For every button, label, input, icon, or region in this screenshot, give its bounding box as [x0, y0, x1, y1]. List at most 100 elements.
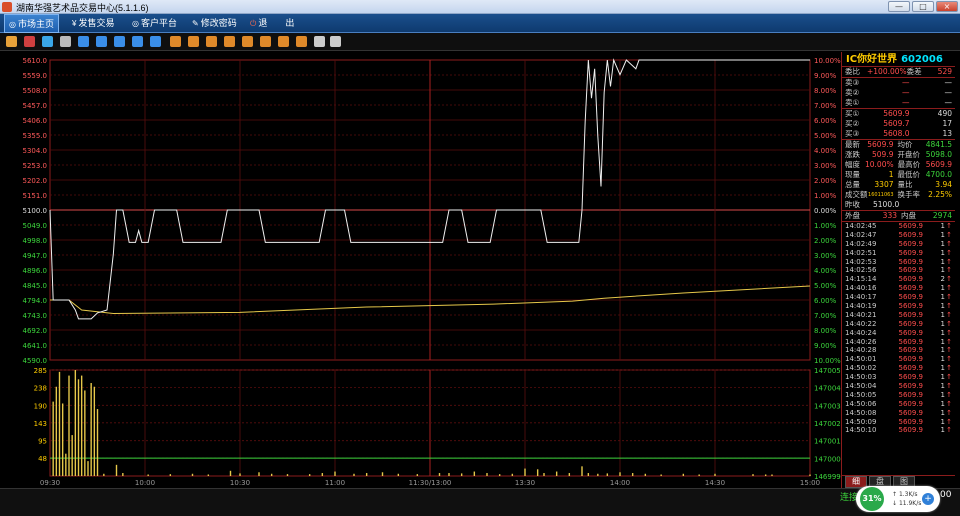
stat-label: 幅度: [845, 160, 860, 169]
tick-time: 14:02:47: [845, 230, 877, 239]
time-tick-label: 13:30: [515, 479, 535, 487]
stat-row: 现量 1 最低价 4700.0: [842, 170, 955, 180]
f4-icon[interactable]: [132, 36, 143, 47]
menu-item-label: 修改密码: [200, 18, 237, 28]
price-tick-label: 4590.0: [23, 357, 48, 365]
level-price: —: [902, 88, 910, 97]
tick-row: 14:02:56 5609.9 1 ↑: [842, 266, 955, 275]
time-tick-label: 10:30: [230, 479, 250, 487]
f2-icon[interactable]: [96, 36, 107, 47]
a5-icon[interactable]: [242, 36, 253, 47]
a3-icon[interactable]: [206, 36, 217, 47]
pct-tick-label: 2.00%: [814, 177, 837, 185]
up-arrow-icon: ↑: [946, 390, 952, 399]
window-icon[interactable]: [60, 36, 71, 47]
stat-row: 幅度 10.00% 最高价 5609.9: [842, 160, 955, 170]
pct-tick-label: 8.00%: [814, 87, 837, 95]
network-monitor[interactable]: 31% ↑ 1.3K/s ↓ 11.9K/s +: [856, 486, 940, 512]
tick-price: 5609.9: [898, 284, 924, 293]
level-label: 卖③: [845, 78, 860, 87]
pct-tick-label: 1.00%: [814, 192, 837, 200]
level-qty: —: [944, 98, 953, 107]
tick-qty: 1: [940, 284, 945, 293]
menu-item-market-home[interactable]: ◎ 市场主页: [4, 14, 59, 33]
up-arrow-icon: ↑: [946, 382, 952, 391]
tick-row: 14:50:01 5609.9 1 ↑: [842, 355, 955, 364]
download-value: 11.9K/s: [898, 500, 922, 507]
sell-level: 卖① — —: [842, 98, 955, 108]
tick-qty: 1: [940, 248, 945, 257]
pen-icon[interactable]: [314, 36, 325, 47]
tick-time: 14:02:56: [845, 266, 877, 275]
tick-row: 14:50:02 5609.9 1 ↑: [842, 364, 955, 373]
volume-right-tick-label: 147000: [814, 455, 841, 463]
time-tick-label: 14:30: [705, 479, 725, 487]
a1-icon[interactable]: [170, 36, 181, 47]
accelerate-button[interactable]: +: [922, 493, 934, 505]
tick-time: 14:50:06: [845, 399, 877, 408]
tick-price: 5609.9: [898, 426, 924, 435]
intraday-chart: 5610.0 10.00% 5559.0 9.00% 5508.0 8.00% 5457.0…: [4, 52, 841, 488]
price-tick-label: 5304.0: [23, 147, 48, 155]
label: 委差: [906, 67, 922, 76]
tick-price: 5609.9: [898, 417, 924, 426]
time-tick-label: 09:30: [40, 479, 60, 487]
f1-icon[interactable]: [78, 36, 89, 47]
menu-bar: ◎ 市场主页 ¥ 发售交易 ◎ 客户平台 ✎ 修改密码 ⏻ 退出: [0, 14, 960, 33]
yen-icon: ¥: [72, 19, 77, 28]
tick-time: 14:02:45: [845, 222, 877, 230]
sell-book: 卖③ — — 卖② — — 卖① — —: [842, 78, 955, 108]
price-tick-label: 4998.0: [23, 237, 48, 245]
minimize-button[interactable]: —: [888, 1, 910, 12]
tick-price: 5609.9: [898, 310, 924, 319]
up-arrow-icon: ↑: [946, 417, 952, 426]
menu-item-change-password[interactable]: ✎ 修改密码: [188, 14, 241, 33]
tick-row: 14:50:05 5609.9 1 ↑: [842, 391, 955, 400]
buy-level: 买③ 5608.0 13: [842, 129, 955, 139]
up-arrow-icon: ↑: [946, 266, 952, 275]
tick-price: 5609.9: [898, 319, 924, 328]
stock-header: IC你好世界 602006: [842, 52, 955, 67]
level-price: 5609.9: [883, 109, 910, 118]
tick-time: 14:50:03: [845, 373, 877, 382]
x-icon[interactable]: [150, 36, 161, 47]
time-tick-label: 14:00: [610, 479, 630, 487]
a8-icon[interactable]: [296, 36, 307, 47]
menu-item-exit[interactable]: ⏻ 退 出: [246, 14, 298, 33]
tick-qty: 1: [940, 302, 945, 311]
close-button[interactable]: ×: [936, 1, 958, 12]
quote-panel: IC你好世界 602006 委比 +100.00% 委差 529 卖③ — — 卖② — — 卖① —…: [841, 52, 955, 488]
price-tick-label: 5253.0: [23, 162, 48, 170]
a6-icon[interactable]: [260, 36, 271, 47]
price-tick-label: 5406.0: [23, 117, 48, 125]
stat-value: 16011063: [868, 192, 894, 198]
pct-tick-label: 5.00%: [814, 282, 837, 290]
a2-icon[interactable]: [188, 36, 199, 47]
tick-list[interactable]: 14:02:45 5609.9 1 ↑ 14:02:47 5609.9 1 ↑ 14:02:49…: [842, 222, 955, 435]
tick-price: 5609.9: [898, 230, 924, 239]
candle-icon[interactable]: [42, 36, 53, 47]
line-chart-icon[interactable]: [24, 36, 35, 47]
f3-icon[interactable]: [114, 36, 125, 47]
menu-item-issue-trade[interactable]: ¥ 发售交易: [68, 14, 118, 33]
a4-icon[interactable]: [224, 36, 235, 47]
stat-value: 509.9: [872, 150, 894, 159]
a7-icon[interactable]: [278, 36, 289, 47]
maximize-button[interactable]: □: [912, 1, 934, 12]
inner-value: 2974: [932, 211, 952, 220]
gear-icon[interactable]: [330, 36, 341, 47]
stat-label: 开盘价: [897, 150, 921, 159]
bar-chart-icon[interactable]: [6, 36, 17, 47]
tick-time: 14:40:26: [845, 337, 877, 346]
level-price: —: [902, 98, 910, 107]
pct-tick-label: 1.00%: [814, 222, 837, 230]
tick-time: 14:40:24: [845, 328, 877, 337]
menu-item-client-platform[interactable]: ◎ 客户平台: [128, 14, 181, 33]
volume-tick-label: 48: [38, 455, 47, 463]
tick-time: 14:40:28: [845, 346, 877, 355]
stat-value: 5609.9: [867, 140, 894, 149]
level-label: 卖②: [845, 88, 860, 97]
up-arrow-icon: ↑: [946, 337, 952, 346]
stock-name: IC你好世界: [846, 54, 898, 65]
price-tick-label: 5457.0: [23, 102, 48, 110]
